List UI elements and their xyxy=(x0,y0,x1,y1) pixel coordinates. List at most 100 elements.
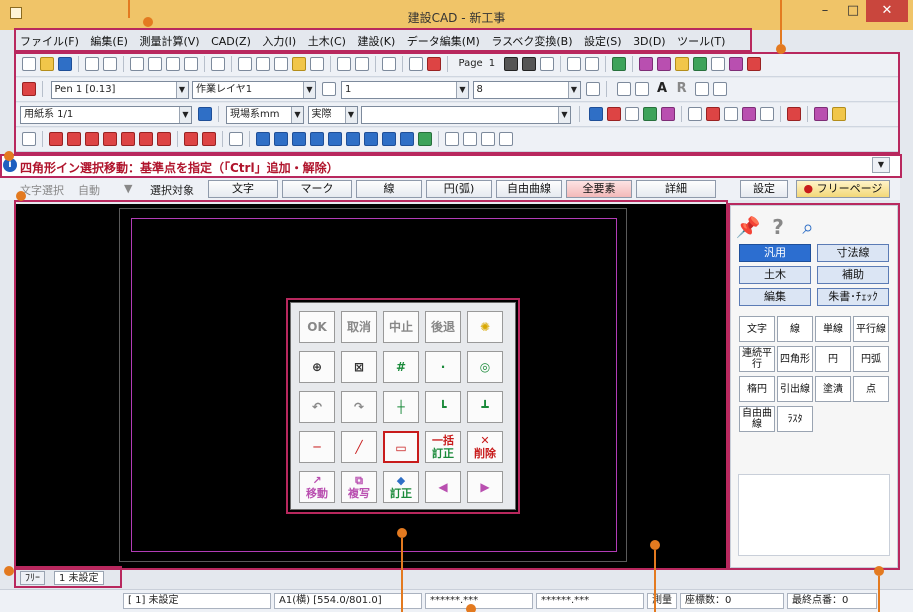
filter-circle-button[interactable]: 円(弧) xyxy=(426,180,492,198)
filter-freecurve-button[interactable]: 自由曲線 xyxy=(496,180,562,198)
align-icon[interactable] xyxy=(616,82,631,96)
scale-x1-icon[interactable]: ⊠ xyxy=(341,351,377,383)
menu-settings[interactable]: 設定(S) xyxy=(580,30,626,49)
undo-icon[interactable] xyxy=(337,57,351,71)
blank-combo[interactable]: ▼ xyxy=(361,106,571,124)
osnap-14-icon[interactable] xyxy=(499,132,513,146)
osnap-2-icon[interactable] xyxy=(274,132,288,146)
paste-icon[interactable] xyxy=(166,57,180,71)
tool-continuous-parallel[interactable]: 連続平行 xyxy=(739,346,775,372)
page-prev-icon[interactable] xyxy=(503,57,518,71)
zoom-icon[interactable]: ⊕ xyxy=(299,351,335,383)
tab-general[interactable]: 汎用 xyxy=(739,244,811,262)
open-folder-icon[interactable] xyxy=(40,57,54,71)
grid-hash-icon[interactable] xyxy=(724,107,738,121)
layer-view-icon[interactable] xyxy=(382,57,396,71)
light-bulb-icon[interactable] xyxy=(292,57,306,71)
pen-combo[interactable]: Pen 1 [0.13] ▼ xyxy=(50,81,189,99)
text-R[interactable]: R xyxy=(674,81,690,97)
font-icon[interactable] xyxy=(634,82,649,96)
snap-tri-icon[interactable] xyxy=(121,132,135,146)
line-width-combo[interactable]: 8 ▼ xyxy=(472,81,581,99)
filter-detail-button[interactable]: 詳細 xyxy=(636,180,716,198)
new-file-icon[interactable] xyxy=(22,57,36,71)
osnap-6-icon[interactable] xyxy=(346,132,360,146)
osnap-11-icon[interactable] xyxy=(445,132,459,146)
filter-all-button[interactable]: 全要素 xyxy=(566,180,632,198)
sheet-tab-free[interactable]: ﾌﾘｰ xyxy=(20,571,45,585)
help-cursor-icon[interactable] xyxy=(211,57,225,71)
cross-snap-icon[interactable]: ┼ xyxy=(383,391,419,423)
tool-single-line[interactable]: 単線 xyxy=(815,316,851,342)
scale-combo[interactable]: 実際 ▼ xyxy=(307,106,358,124)
batch-correct-button[interactable]: 一括 訂正 xyxy=(425,431,461,463)
color-icon-2[interactable] xyxy=(607,107,621,121)
magnifier-icon[interactable]: ⌕ xyxy=(795,214,821,240)
abort-button[interactable]: 中止 xyxy=(383,311,419,343)
snap-icon-6[interactable] xyxy=(728,57,743,71)
snap-box2-icon[interactable] xyxy=(202,132,216,146)
tool-fill[interactable]: 塗潰 xyxy=(815,376,851,402)
tab-dimension[interactable]: 寸法線 xyxy=(817,244,889,262)
correct-button[interactable]: ◆ 訂正 xyxy=(383,471,419,503)
window-tile-icon[interactable] xyxy=(566,57,581,71)
grid-setting-icon[interactable] xyxy=(611,57,626,71)
snap-line-icon[interactable] xyxy=(49,132,63,146)
zoom-window-icon[interactable] xyxy=(238,57,252,71)
next-arrow-icon[interactable]: ▶ xyxy=(467,471,503,503)
paper-combo[interactable]: 用紙系 1/1 ▼ xyxy=(20,106,192,124)
circle-snap-icon[interactable]: ◎ xyxy=(467,351,503,383)
sphere-icon[interactable] xyxy=(661,107,675,121)
menu-survey[interactable]: 測量計算(V) xyxy=(135,30,203,49)
filter-text-button[interactable]: 文字 xyxy=(208,180,278,198)
message-history-dropdown[interactable]: ▼ xyxy=(872,157,890,173)
grid-snap-icon[interactable]: # xyxy=(383,351,419,383)
grid-icon-2[interactable] xyxy=(706,107,720,121)
pen-p-icon[interactable] xyxy=(22,132,36,146)
snap-box-icon[interactable] xyxy=(184,132,198,146)
layer-setting-icon[interactable] xyxy=(321,82,336,96)
color-icon-1[interactable] xyxy=(589,107,603,121)
snap-icon-2[interactable] xyxy=(656,57,671,71)
grid-icon-1[interactable] xyxy=(688,107,702,121)
tool-raster[interactable]: ﾗｽﾀ xyxy=(777,406,813,432)
snap-icon-1[interactable] xyxy=(638,57,653,71)
text-size-icon[interactable] xyxy=(695,82,710,96)
osnap-12-icon[interactable] xyxy=(463,132,477,146)
tool-rectangle[interactable]: 四角形 xyxy=(777,346,813,372)
r-icon[interactable] xyxy=(787,107,801,121)
settings-button[interactable]: 設定 xyxy=(740,180,788,198)
menu-edit[interactable]: 編集(E) xyxy=(86,30,132,49)
text-bold-A[interactable]: A xyxy=(654,81,670,97)
tool-ellipse[interactable]: 楕円 xyxy=(739,376,775,402)
snap-tri3-icon[interactable] xyxy=(157,132,171,146)
osnap-7-icon[interactable] xyxy=(364,132,378,146)
snap-icon-4[interactable] xyxy=(692,57,707,71)
filter-line-button[interactable]: 線 xyxy=(356,180,422,198)
copy-button[interactable]: ⧉ 複写 xyxy=(341,471,377,503)
line-mid-icon[interactable]: ─ xyxy=(299,431,335,463)
osnap-13-icon[interactable] xyxy=(481,132,495,146)
print-preview-icon[interactable] xyxy=(103,57,117,71)
move-button[interactable]: ↗ 移動 xyxy=(299,471,335,503)
tool-text[interactable]: 文字 xyxy=(739,316,775,342)
osnap-9-icon[interactable] xyxy=(400,132,414,146)
chart-icon[interactable] xyxy=(643,107,657,121)
osnap-5-icon[interactable] xyxy=(328,132,342,146)
unit-combo[interactable]: 現場系mm ▼ xyxy=(226,106,304,124)
menu-3d[interactable]: 3D(D) xyxy=(629,32,670,48)
tool-point[interactable]: 点 xyxy=(853,376,889,402)
snap-rect2-icon[interactable] xyxy=(103,132,117,146)
end-snap-icon[interactable]: ┗ xyxy=(425,391,461,423)
hatch-icon[interactable] xyxy=(625,107,639,121)
snap-icon-3[interactable] xyxy=(674,57,689,71)
page-next-icon[interactable] xyxy=(521,57,536,71)
minimize-button[interactable]: – xyxy=(810,0,840,22)
menu-cad[interactable]: CAD(Z) xyxy=(207,32,255,48)
tab-edit[interactable]: 編集 xyxy=(739,288,811,306)
osnap-8-icon[interactable] xyxy=(382,132,396,146)
menu-raster-vector[interactable]: ラスベク変換(B) xyxy=(487,30,576,49)
bulb-icon[interactable]: ✺ xyxy=(467,311,503,343)
free-page-button[interactable]: ● フリーページ xyxy=(796,180,890,198)
paste-special-icon[interactable] xyxy=(184,57,198,71)
